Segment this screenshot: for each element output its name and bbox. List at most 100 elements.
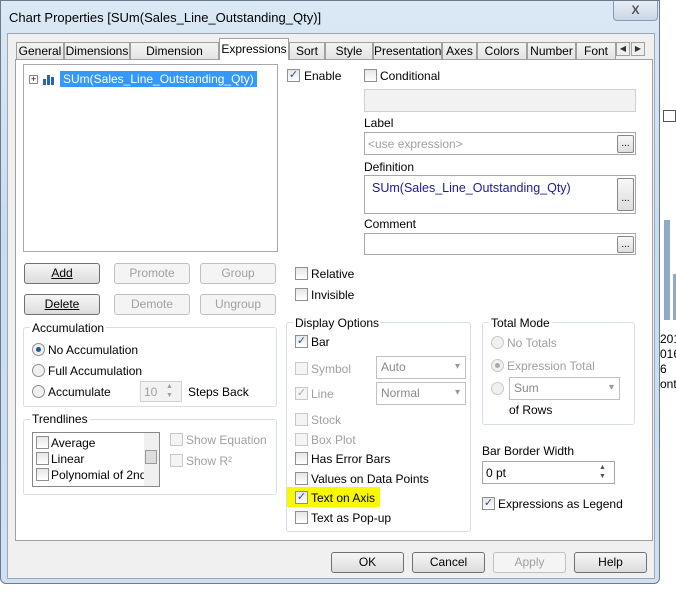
text-on-axis-checkbox[interactable]: ✓ <box>295 491 308 504</box>
spinner-arrows-icon[interactable]: ▲ ▼ <box>599 463 606 481</box>
accumulation-title: Accumulation <box>30 321 107 335</box>
dialog-title: Chart Properties [SUm(Sales_Line_Outstan… <box>9 10 322 25</box>
sum-radio[interactable] <box>491 382 504 395</box>
definition-input[interactable]: SUm(Sales_Line_Outstanding_Qty) <box>364 175 636 214</box>
stock-checkbox[interactable] <box>295 413 308 426</box>
tab-scroll-right-icon[interactable]: ▶ <box>631 42 645 56</box>
trendline-polynomial: Polynomial of 2nd d <box>51 468 157 482</box>
tab-font[interactable]: Font <box>576 42 616 60</box>
symbol-checkbox[interactable] <box>295 362 308 375</box>
conditional-checkbox[interactable] <box>364 69 377 82</box>
no-totals-label: No Totals <box>507 336 557 350</box>
trendline-linear: Linear <box>51 452 85 466</box>
expand-icon[interactable]: + <box>29 75 38 84</box>
app-icon <box>663 110 676 122</box>
scroll-thumb[interactable] <box>145 450 157 464</box>
delete-button[interactable]: Delete <box>24 294 100 315</box>
box-plot-checkbox[interactable] <box>295 433 308 446</box>
conditional-label: Conditional <box>380 69 441 83</box>
tab-general[interactable]: General <box>16 42 64 60</box>
no-accumulation-radio[interactable] <box>32 343 45 356</box>
expressions-legend-label: Expressions as Legend <box>498 497 623 511</box>
sum-dropdown[interactable]: Sum <box>509 377 620 400</box>
comment-input[interactable] <box>364 233 636 255</box>
error-bars-checkbox[interactable] <box>295 452 308 465</box>
values-on-data-points-checkbox[interactable] <box>295 472 308 485</box>
tab-dimensions[interactable]: Dimensions <box>64 42 130 60</box>
chart-bar <box>664 220 670 320</box>
expression-item[interactable]: SUm(Sales_Line_Outstanding_Qty) <box>60 71 257 87</box>
accumulate-radio[interactable] <box>32 385 45 398</box>
tab-dimension-limits[interactable]: Dimension Limits <box>130 42 219 74</box>
tab-sort[interactable]: Sort <box>289 42 325 60</box>
show-r2-checkbox[interactable] <box>170 454 183 467</box>
invisible-label: Invisible <box>311 288 355 302</box>
close-button[interactable]: X <box>613 1 658 21</box>
add-button[interactable]: Add <box>24 263 100 284</box>
expressions-legend-checkbox[interactable]: ✓ <box>482 497 495 510</box>
trendlines-list[interactable]: Average Linear Polynomial of 2nd d <box>32 432 160 487</box>
display-options-title: Display Options <box>293 316 382 330</box>
bar-border-input[interactable]: 0 pt ▲ ▼ <box>482 461 615 484</box>
expression-total-radio[interactable] <box>491 359 504 372</box>
group-button[interactable]: Group <box>200 263 276 284</box>
bg-text: 6 <box>660 362 667 376</box>
symbol-dropdown[interactable]: Auto <box>376 356 466 379</box>
background-app: 201 016 6 ontl <box>658 0 676 594</box>
bar-border-label: Bar Border Width <box>482 444 575 458</box>
steps-spinner[interactable]: 10 ▲ ▼ <box>140 381 182 402</box>
spinner-arrows-icon[interactable]: ▲ ▼ <box>166 382 173 400</box>
tab-presentation[interactable]: Presentation <box>373 42 442 60</box>
apply-button[interactable]: Apply <box>493 552 566 573</box>
definition-ellipsis-button[interactable]: ... <box>617 178 634 211</box>
cancel-button[interactable]: Cancel <box>412 552 485 573</box>
tab-axes[interactable]: Axes <box>442 42 477 60</box>
polynomial-checkbox[interactable] <box>36 468 49 481</box>
promote-button[interactable]: Promote <box>114 263 190 284</box>
full-accumulation-label: Full Accumulation <box>48 364 143 378</box>
ungroup-button[interactable]: Ungroup <box>200 294 276 315</box>
steps-back-label: Steps Back <box>188 385 249 399</box>
enable-label: Enable <box>304 69 342 83</box>
accumulate-label: Accumulate <box>48 385 111 399</box>
label-heading: Label <box>364 116 394 130</box>
no-totals-radio[interactable] <box>491 336 504 349</box>
text-popup-label: Text as Pop-up <box>311 511 392 525</box>
bar-label: Bar <box>311 335 330 349</box>
bg-text: ontl <box>660 377 676 391</box>
trendlines-title: Trendlines <box>30 412 90 426</box>
invisible-checkbox[interactable] <box>295 288 308 301</box>
show-equation-checkbox[interactable] <box>170 433 183 446</box>
demote-button[interactable]: Demote <box>114 294 190 315</box>
show-r2-label: Show R² <box>186 454 233 468</box>
text-popup-checkbox[interactable] <box>295 511 308 524</box>
conditional-input[interactable] <box>364 89 636 112</box>
expression-total-label: Expression Total <box>507 359 595 373</box>
show-equation-label: Show Equation <box>186 433 267 447</box>
line-dropdown[interactable]: Normal <box>376 382 466 405</box>
full-accumulation-radio[interactable] <box>32 364 45 377</box>
ok-button[interactable]: OK <box>331 552 404 573</box>
text-on-axis-label: Text on Axis <box>311 491 376 505</box>
average-checkbox[interactable] <box>36 436 49 449</box>
linear-checkbox[interactable] <box>36 452 49 465</box>
label-input[interactable]: <use expression> <box>364 132 636 155</box>
tab-expressions[interactable]: Expressions <box>219 38 289 60</box>
line-checkbox[interactable]: ✓ <box>295 387 308 400</box>
comment-ellipsis-button[interactable]: ... <box>617 236 634 253</box>
relative-checkbox[interactable] <box>295 267 308 280</box>
box-plot-label: Box Plot <box>311 433 356 447</box>
label-ellipsis-button[interactable]: ... <box>617 135 634 153</box>
scrollbar[interactable] <box>144 433 159 486</box>
tab-number[interactable]: Number <box>527 42 576 60</box>
symbol-label: Symbol <box>311 362 352 376</box>
help-button[interactable]: Help <box>574 552 647 573</box>
error-bars-label: Has Error Bars <box>311 452 391 466</box>
tab-scroll-left-icon[interactable]: ◀ <box>616 42 630 56</box>
bar-checkbox[interactable]: ✓ <box>295 335 308 348</box>
comment-heading: Comment <box>364 217 417 231</box>
tab-style[interactable]: Style <box>325 42 373 60</box>
enable-checkbox[interactable]: ✓ <box>287 69 300 82</box>
expression-tree[interactable]: + SUm(Sales_Line_Outstanding_Qty) <box>23 64 278 252</box>
tab-colors[interactable]: Colors <box>477 42 527 60</box>
